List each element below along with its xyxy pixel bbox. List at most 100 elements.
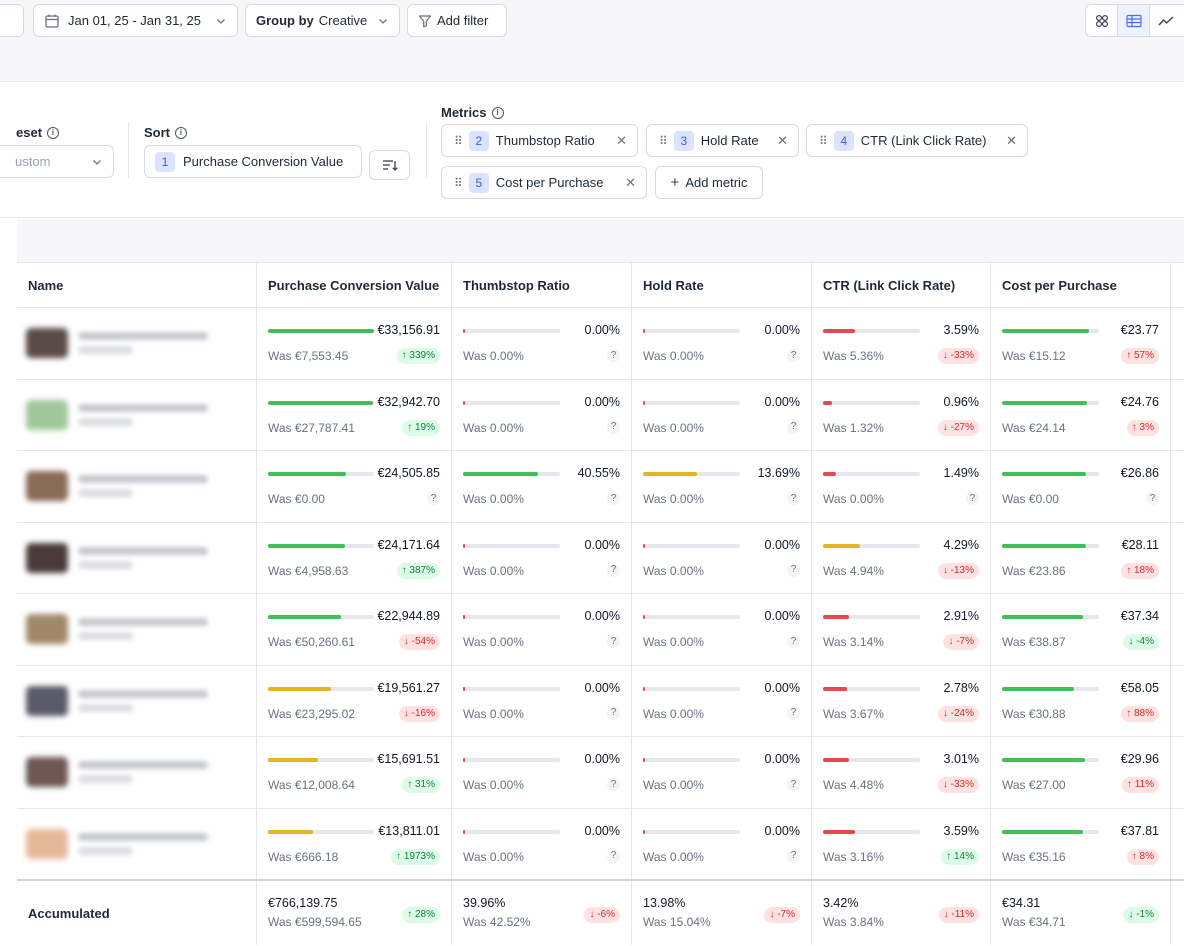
divider — [426, 122, 427, 178]
table-row[interactable]: €13,811.01 Was €666.18 ↑ 1973% 0.00% Was 0.0… — [17, 808, 1184, 880]
creative-name-cell[interactable] — [17, 737, 257, 808]
unknown-change-badge: ? — [607, 635, 620, 648]
info-icon[interactable]: i — [175, 126, 187, 139]
change-badge: ↑ 339% — [396, 348, 440, 364]
table-row[interactable]: €24,171.64 Was €4,958.63 ↑ 387% 0.00% Was 0.… — [17, 522, 1184, 594]
change-badge: ↑ 19% — [402, 419, 440, 436]
drag-handle-icon[interactable]: ⠿ — [819, 134, 828, 148]
toolbar-partial-button[interactable] — [0, 4, 24, 37]
unknown-change-badge: ? — [607, 706, 620, 720]
drag-handle-icon[interactable]: ⠿ — [659, 134, 668, 148]
table-row[interactable]: €22,944.89 Was €50,260.61 ↓ -54% 0.00% Was 0… — [17, 594, 1184, 666]
progress-bar — [1002, 615, 1099, 619]
table-row[interactable]: €24,505.85 Was €0.00? 40.55% Was 0.00%? 13.6… — [17, 451, 1184, 523]
column-header-hold-rate[interactable]: Hold Rate — [632, 263, 812, 308]
creative-name-cell[interactable] — [17, 451, 257, 522]
column-header-cost-per-purchase[interactable]: Cost per Purchase — [991, 263, 1171, 308]
progress-bar — [1002, 472, 1099, 476]
creative-thumbnail — [26, 757, 68, 788]
accumulated-value: 3.42% — [823, 896, 859, 910]
change-badge: ↓ -1% — [1123, 907, 1159, 923]
metric-chip-ctr[interactable]: ⠿ 4 CTR (Link Click Rate) ✕ — [806, 124, 1028, 157]
progress-bar-fill — [643, 400, 645, 405]
progress-bar-fill — [823, 686, 848, 691]
remove-icon[interactable]: ✕ — [625, 175, 636, 191]
trend-view-button[interactable] — [1150, 5, 1182, 36]
redacted-line — [78, 346, 133, 355]
add-metric-button[interactable]: + Add metric — [655, 166, 763, 199]
redacted-line — [78, 761, 208, 770]
redacted-line — [78, 846, 133, 855]
creative-name-cell[interactable] — [17, 665, 257, 736]
drag-handle-icon[interactable]: ⠿ — [454, 176, 463, 190]
progress-bar-fill — [823, 329, 855, 333]
drag-handle-icon[interactable]: ⠿ — [454, 134, 463, 148]
redacted-line — [78, 632, 133, 641]
redacted-line — [78, 417, 133, 426]
preset-select[interactable]: ustom — [0, 145, 114, 178]
progress-bar-fill — [463, 329, 465, 333]
table-row[interactable]: €19,561.27 Was €23,295.02 ↓ -16% 0.00% Was 0… — [17, 665, 1184, 737]
group-by-select[interactable]: Group by Creative — [245, 4, 400, 37]
change-badge: ↑ 14% — [941, 848, 979, 865]
date-range-picker[interactable]: Jan 01, 25 - Jan 31, 25 — [33, 4, 238, 37]
unknown-change-badge: ? — [787, 492, 800, 505]
previous-value: Was €23,295.02 — [268, 706, 355, 721]
column-header-ctr[interactable]: CTR (Link Click Rate) — [812, 263, 991, 308]
creative-name-cell[interactable] — [17, 308, 257, 379]
change-badge: ↓ -6% — [584, 907, 620, 923]
metric-value: 4.29% — [943, 537, 979, 552]
metric-value: 0.00% — [764, 537, 800, 552]
sort-metric-select[interactable]: 1 Purchase Conversion Value — [144, 145, 362, 178]
metric-value: €29.96 — [1120, 752, 1159, 766]
report-config-panel: eset i ustom Sort i 1 Purchase Conversio… — [0, 82, 1184, 218]
table-row[interactable]: €33,156.91 Was €7,553.45 ↑ 339% 0.00% Was 0.… — [17, 308, 1184, 380]
creative-name-cell[interactable] — [17, 522, 257, 593]
creative-name-cell[interactable] — [17, 594, 257, 665]
redacted-line — [78, 703, 133, 712]
add-filter-button[interactable]: Add filter — [407, 4, 507, 37]
progress-bar — [643, 543, 740, 548]
progress-bar-fill — [463, 829, 465, 834]
grid-view-button[interactable] — [1086, 5, 1118, 36]
creative-name-cell[interactable] — [17, 808, 257, 879]
sort-direction-button[interactable] — [369, 150, 410, 180]
table-row[interactable]: €15,691.51 Was €12,008.64 ↑ 31% 0.00% Was 0.… — [17, 737, 1184, 809]
redacted-line — [78, 618, 208, 627]
metric-value: 0.00% — [584, 752, 620, 766]
progress-bar — [1002, 329, 1099, 333]
table-row[interactable]: €32,942.70 Was €27,787.41 ↑ 19% 0.00% Was 0.… — [17, 379, 1184, 451]
previous-value: Was 0.00% — [643, 849, 704, 864]
metric-value: 0.00% — [764, 680, 800, 695]
info-icon[interactable]: i — [47, 126, 60, 139]
creative-thumbnail — [26, 542, 68, 573]
column-header-thumbstop-ratio[interactable]: Thumbstop Ratio — [452, 263, 632, 308]
previous-value: Was 0.00% — [463, 492, 524, 506]
previous-value: Was €0.00 — [268, 492, 325, 506]
redacted-line — [78, 546, 208, 555]
previous-value: Was €35.16 — [1002, 849, 1066, 864]
change-badge: ↑ 3% — [1126, 419, 1159, 436]
change-badge: ↑ 31% — [402, 777, 440, 793]
column-header-purchase-conversion-value[interactable]: Purchase Conversion Value — [257, 263, 452, 308]
table-view-button[interactable] — [1118, 5, 1150, 36]
info-icon[interactable]: i — [491, 106, 504, 119]
metric-chip-cost-per-purchase[interactable]: ⠿ 5 Cost per Purchase ✕ — [441, 166, 647, 199]
metric-chip-thumbstop-ratio[interactable]: ⠿ 2 Thumbstop Ratio ✕ — [441, 124, 638, 157]
sort-index-badge: 1 — [155, 151, 175, 172]
progress-bar-fill — [643, 472, 698, 476]
unknown-change-badge: ? — [787, 849, 800, 863]
accumulated-value: €34.31 — [1002, 896, 1041, 910]
creative-name-cell[interactable] — [17, 379, 257, 450]
column-header-name[interactable]: Name — [17, 263, 257, 308]
remove-icon[interactable]: ✕ — [616, 133, 627, 149]
change-badge: ↑ 1973% — [391, 848, 440, 865]
metric-cell-cost-per-purchase: €23.77 Was €15.12 ↑ 57% — [991, 308, 1171, 379]
progress-bar — [268, 615, 374, 619]
metric-chip-hold-rate[interactable]: ⠿ 3 Hold Rate ✕ — [646, 124, 799, 157]
previous-value: Was €666.18 — [268, 849, 339, 864]
remove-icon[interactable]: ✕ — [1006, 133, 1017, 149]
remove-icon[interactable]: ✕ — [777, 133, 788, 149]
previous-value: Was €23.86 — [1002, 563, 1066, 578]
change-badge: ↑ 28% — [402, 907, 440, 923]
